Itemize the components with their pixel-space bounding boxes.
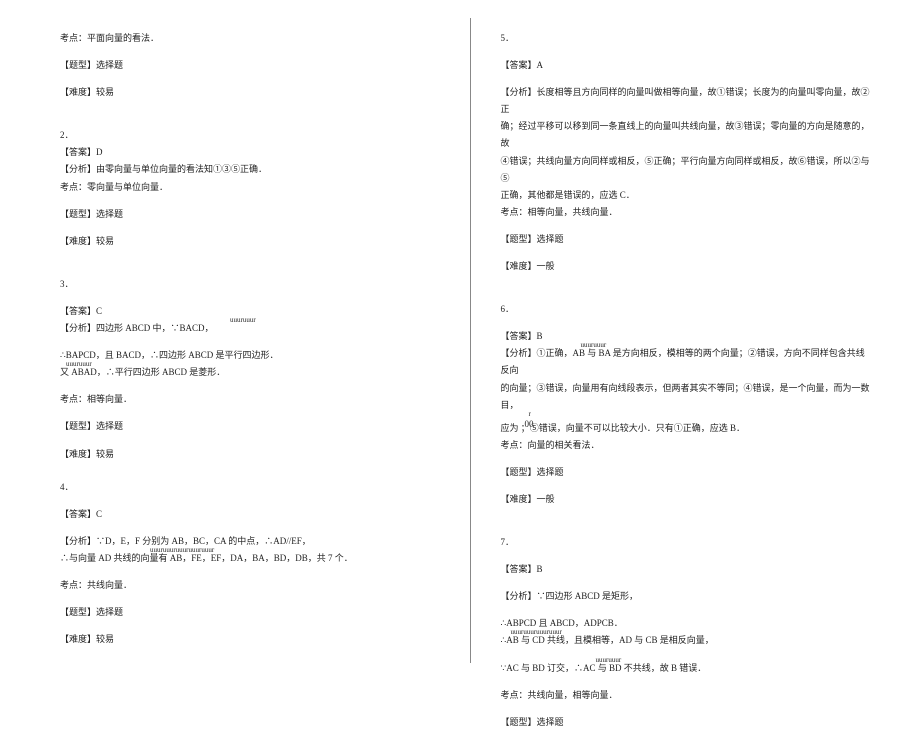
vector-sup: uuuruuur [596, 654, 622, 667]
q5-fenxi-d: 正确，其他都是错误的，应选 C． [501, 187, 871, 204]
q2-block: 2． 【答案】D 【分析】由零向量与单位向量的看法知①③⑤正确． 考点：零向量与… [60, 127, 430, 250]
q7-line-d: uuuruuur ∵AC 与 BD 订交，∴AC 与 BD 不共线，故 B 错误… [501, 660, 871, 677]
q4-ans: 【答案】C [60, 506, 430, 523]
right-page: 5． 【答案】A 【分析】长度相等且方向同样的向量叫做相等向量，故①错误；长度为… [471, 0, 920, 681]
q5-fenxi-b: 确；经过平移可以移到同一条直线上的向量叫共线向量，故③错误；零向量的方向是随意的… [501, 118, 871, 152]
q3-block: 3． 【答案】C uuuruuur 【分析】四边形 ABCD 中，∵BACD， … [60, 276, 430, 463]
q7-line-c: uuuruuuruuuruuur ∴AB 与 CD 共线，且模相等，AD 与 C… [501, 632, 871, 649]
vector-sup: uuuruuuruuuruuuruuur [150, 544, 214, 557]
q7-fenxi-a: 【分析】∵四边形 ABCD 是矩形， [501, 588, 871, 605]
q3-line-c: uuuruuur 又 ABAD，∴平行四边形 ABCD 是菱形． [60, 364, 430, 381]
q2-num: 2． [60, 127, 430, 144]
q7-num: 7． [501, 534, 871, 551]
q5-fenxi-c: ④错误；共线向量方向同样或相反，⑤正确；平行向量方向同样或相反，故⑥错误，所以②… [501, 153, 871, 187]
q4-block: 4． 【答案】C 【分析】∵D，E，F 分别为 AB，BC，CA 的中点，∴AD… [60, 479, 430, 649]
q4-num: 4． [60, 479, 430, 496]
q6-line-c: r 00 应为 ；⑤错误，向量不可以比较大小．只有①正确，应选 B． [501, 420, 871, 437]
q5-block: 5． 【答案】A 【分析】长度相等且方向同样的向量叫做相等向量，故①错误；长度为… [501, 30, 871, 275]
q4-kaodian: 考点：共线向量． [60, 577, 430, 594]
q7-ans: 【答案】B [501, 561, 871, 578]
q1-kaodian: 考点：平面向量的看法． [60, 30, 430, 47]
q2-nandu: 【难度】较易 [60, 233, 430, 250]
q5-fenxi-a: 【分析】长度相等且方向同样的向量叫做相等向量，故①错误；长度为的向量叫零向量，故… [501, 84, 871, 118]
q7-block: 7． 【答案】B 【分析】∵四边形 ABCD 是矩形， ∴ABPCD 且 ABC… [501, 534, 871, 731]
q3-kaodian: 考点：相等向量． [60, 391, 430, 408]
q1-nandu: 【难度】较易 [60, 84, 430, 101]
vector-sup: uuuruuur [581, 339, 607, 352]
q1-tixing: 【题型】选择题 [60, 57, 430, 74]
vector-sup: uuuruuur [230, 314, 256, 327]
q5-num: 5． [501, 30, 871, 47]
q2-kaodian: 考点：零向量与单位向量． [60, 179, 430, 196]
q4-line-b: uuuruuuruuuruuuruuur ∴与向量 AD 共线的向量有 AB，F… [60, 550, 430, 567]
q6-num: 6． [501, 301, 871, 318]
q6-tixing: 【题型】选择题 [501, 464, 871, 481]
q2-ans: 【答案】D [60, 144, 430, 161]
left-page: 考点：平面向量的看法． 【题型】选择题 【难度】较易 2． 【答案】D 【分析】… [0, 0, 470, 681]
q2-fenxi: 【分析】由零向量与单位向量的看法知①③⑤正确． [60, 161, 430, 178]
q3-num: 3． [60, 276, 430, 293]
q5-tixing: 【题型】选择题 [501, 231, 871, 248]
q3-tixing: 【题型】选择题 [60, 418, 430, 435]
q5-nandu: 【难度】一般 [501, 258, 871, 275]
q6-fenxi-a: uuuruuur 【分析】①正确，AB 与 BA 是方向相反，模相等的两个向量；… [501, 345, 871, 379]
q6-ans: 【答案】B [501, 328, 871, 345]
vector-sup: uuuruuuruuuruuur [511, 626, 562, 639]
q7-kaodian: 考点：共线向量，相等向量． [501, 687, 871, 704]
q6-nandu: 【难度】一般 [501, 491, 871, 508]
vector-sup: uuuruuur [66, 358, 92, 371]
q7-tixing: 【题型】选择题 [501, 714, 871, 731]
q1-block: 考点：平面向量的看法． 【题型】选择题 【难度】较易 [60, 30, 430, 101]
q4-tixing: 【题型】选择题 [60, 604, 430, 621]
q4-fenxi-a: 【分析】∵D，E，F 分别为 AB，BC，CA 的中点，∴AD//EF， [60, 533, 430, 550]
q2-tixing: 【题型】选择题 [60, 206, 430, 223]
q3-nandu: 【难度】较易 [60, 446, 430, 463]
zero-zero: 00 [525, 416, 534, 433]
q3-line-b: ∴BAPCD，且 BACD，∴四边形 ABCD 是平行四边形． [60, 347, 430, 364]
q5-kaodian: 考点：相等向量，共线向量． [501, 204, 871, 221]
q4-nandu: 【难度】较易 [60, 631, 430, 648]
q6-line-b: 的向量；③错误，向量用有向线段表示，但两者其实不等同；④错误，是一个向量，而为一… [501, 380, 871, 414]
q5-ans: 【答案】A [501, 57, 871, 74]
q6-kaodian: 考点：向量的相关看法． [501, 437, 871, 454]
q6-block: 6． 【答案】B uuuruuur 【分析】①正确，AB 与 BA 是方向相反，… [501, 301, 871, 508]
q3-fenxi-a: uuuruuur 【分析】四边形 ABCD 中，∵BACD， [60, 320, 430, 337]
